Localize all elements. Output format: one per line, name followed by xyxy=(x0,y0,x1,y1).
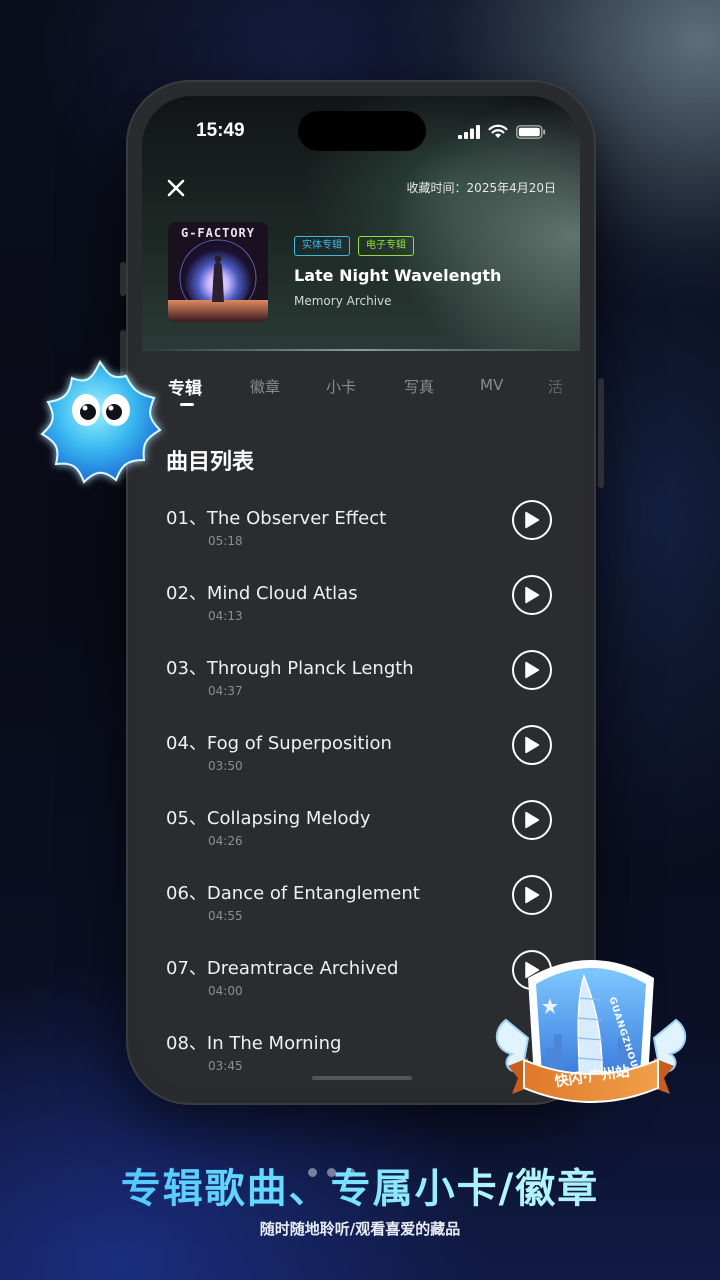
wifi-icon xyxy=(488,124,508,138)
track-duration: 04:00 xyxy=(208,984,243,998)
phone-side-button xyxy=(598,378,604,488)
tracklist-title: 曲目列表 xyxy=(166,450,255,475)
favorite-time: 收藏时间：2025年4月20日 xyxy=(406,181,556,195)
status-time: 15:49 xyxy=(196,120,245,141)
promo-headline: 专辑歌曲、专属小卡/徽章 xyxy=(0,1156,720,1214)
play-icon xyxy=(525,661,540,679)
battery-icon xyxy=(516,124,546,139)
tab-active-indicator xyxy=(180,403,194,406)
track-title: 03、Through Planck Length xyxy=(166,658,414,679)
track-row[interactable]: 03、Through Planck Length 04:37 xyxy=(166,650,566,714)
tag-digital-album: 电子专辑 xyxy=(358,236,414,256)
track-duration: 04:37 xyxy=(208,684,243,698)
signal-icon xyxy=(458,124,480,139)
album-cover[interactable]: G-FACTORY xyxy=(168,222,268,322)
track-title: 01、The Observer Effect xyxy=(166,508,387,529)
tab-badges[interactable]: 徽章 xyxy=(250,376,280,397)
track-duration: 05:18 xyxy=(208,534,243,548)
phone-side-button xyxy=(120,262,126,296)
track-duration: 04:13 xyxy=(208,609,243,623)
home-indicator xyxy=(312,1076,412,1080)
close-icon xyxy=(167,179,185,197)
track-duration: 04:55 xyxy=(208,909,243,923)
album-cover-title: G-FACTORY xyxy=(180,226,256,240)
track-row[interactable]: 04、Fog of Superposition 03:50 xyxy=(166,725,566,789)
track-row[interactable]: 05、Collapsing Melody 04:26 xyxy=(166,800,566,864)
track-row[interactable]: 06、Dance of Entanglement 04:55 xyxy=(166,875,566,939)
track-duration: 03:50 xyxy=(208,759,243,773)
star-mascot-sticker xyxy=(40,359,162,484)
track-title: 07、Dreamtrace Archived xyxy=(166,958,399,979)
play-button[interactable] xyxy=(512,725,552,765)
status-icons xyxy=(458,124,546,139)
guangzhou-badge-sticker: GUANGZHOU 快闪·广州站 xyxy=(488,938,694,1138)
album-hero: 15:49 收藏时间：2025年4月20日 G-FACTORY 实体专辑 电子专… xyxy=(142,96,580,351)
tag-physical-album: 实体专辑 xyxy=(294,236,350,256)
tab-album[interactable]: 专辑 xyxy=(168,374,202,399)
play-icon xyxy=(525,811,540,829)
tab-bar: 专辑 徽章 小卡 写真 MV 活 xyxy=(142,368,580,408)
track-row[interactable]: 01、The Observer Effect 05:18 xyxy=(166,500,566,564)
play-button[interactable] xyxy=(512,575,552,615)
track-title: 02、Mind Cloud Atlas xyxy=(166,583,358,604)
tab-cards[interactable]: 小卡 xyxy=(326,376,356,397)
tab-mv[interactable]: MV xyxy=(480,376,503,394)
play-button[interactable] xyxy=(512,800,552,840)
play-icon xyxy=(525,586,540,604)
track-title: 04、Fog of Superposition xyxy=(166,733,392,754)
play-icon xyxy=(525,511,540,529)
album-tags: 实体专辑 电子专辑 xyxy=(294,236,414,256)
album-artist: Memory Archive xyxy=(294,294,392,308)
play-icon xyxy=(525,736,540,754)
close-button[interactable] xyxy=(164,176,188,200)
dynamic-island xyxy=(298,111,426,151)
tab-photos[interactable]: 写真 xyxy=(404,376,434,397)
play-button[interactable] xyxy=(512,650,552,690)
track-title: 05、Collapsing Melody xyxy=(166,808,371,829)
promo-subtitle: 随时随地聆听/观看喜爱的藏品 xyxy=(259,1220,461,1238)
tab-fade xyxy=(540,368,580,408)
track-row[interactable]: 02、Mind Cloud Atlas 04:13 xyxy=(166,575,566,639)
play-button[interactable] xyxy=(512,875,552,915)
album-name: Late Night Wavelength xyxy=(294,266,502,285)
badge-art xyxy=(496,960,686,1103)
play-button[interactable] xyxy=(512,500,552,540)
track-duration: 04:26 xyxy=(208,834,243,848)
track-title: 06、Dance of Entanglement xyxy=(166,883,420,904)
play-icon xyxy=(525,886,540,904)
track-duration: 03:45 xyxy=(208,1059,243,1073)
hero-divider xyxy=(142,349,580,351)
track-title: 08、In The Morning xyxy=(166,1033,342,1054)
